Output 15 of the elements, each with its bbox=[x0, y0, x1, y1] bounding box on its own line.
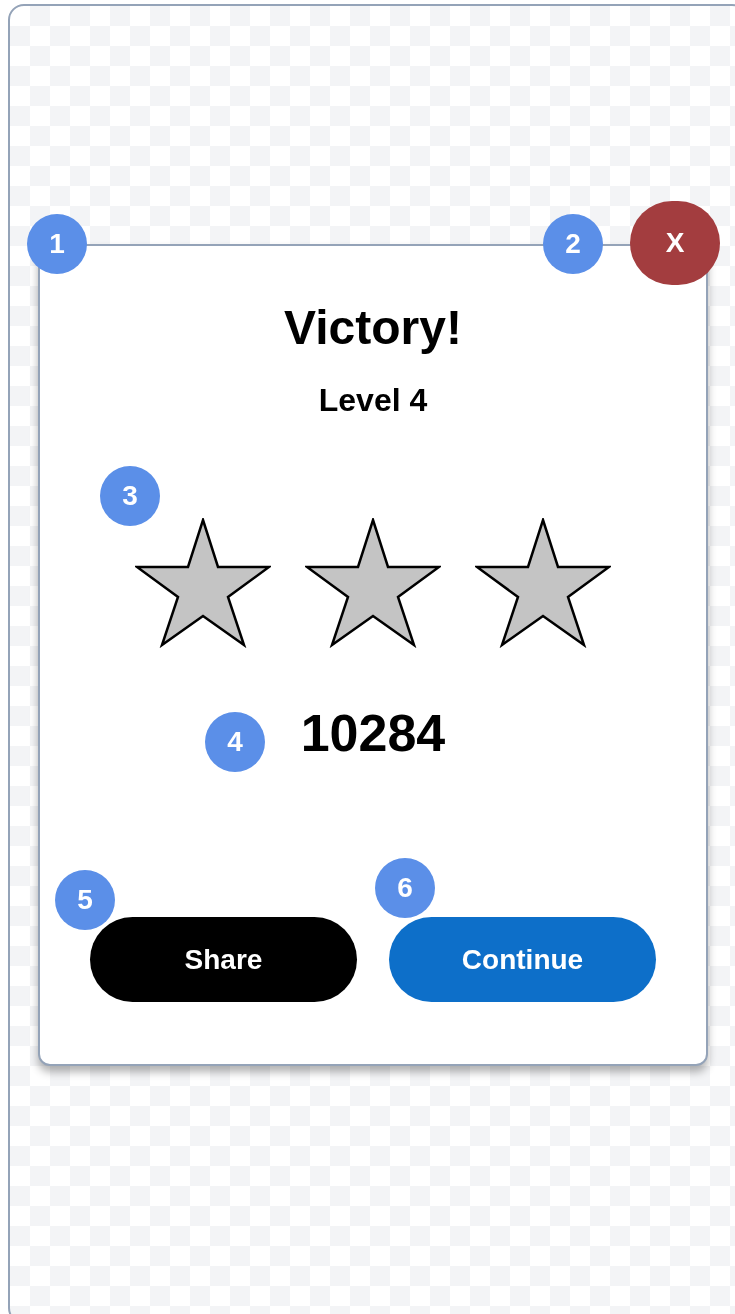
share-button[interactable]: Share bbox=[90, 917, 357, 1002]
annotation-marker: 4 bbox=[205, 712, 265, 772]
star-icon bbox=[475, 518, 611, 648]
annotation-marker: 3 bbox=[100, 466, 160, 526]
level-label: Level 4 bbox=[318, 381, 428, 420]
close-button[interactable]: X bbox=[630, 201, 720, 285]
annotation-marker: 2 bbox=[543, 214, 603, 274]
dialog-title: Victory! bbox=[284, 300, 462, 356]
continue-button[interactable]: Continue bbox=[389, 917, 656, 1002]
star-icon bbox=[135, 518, 271, 648]
annotation-marker: 5 bbox=[55, 870, 115, 930]
score-text: 10284 bbox=[300, 703, 446, 764]
annotation-marker: 6 bbox=[375, 858, 435, 918]
star-icon bbox=[305, 518, 441, 648]
annotation-marker: 1 bbox=[27, 214, 87, 274]
